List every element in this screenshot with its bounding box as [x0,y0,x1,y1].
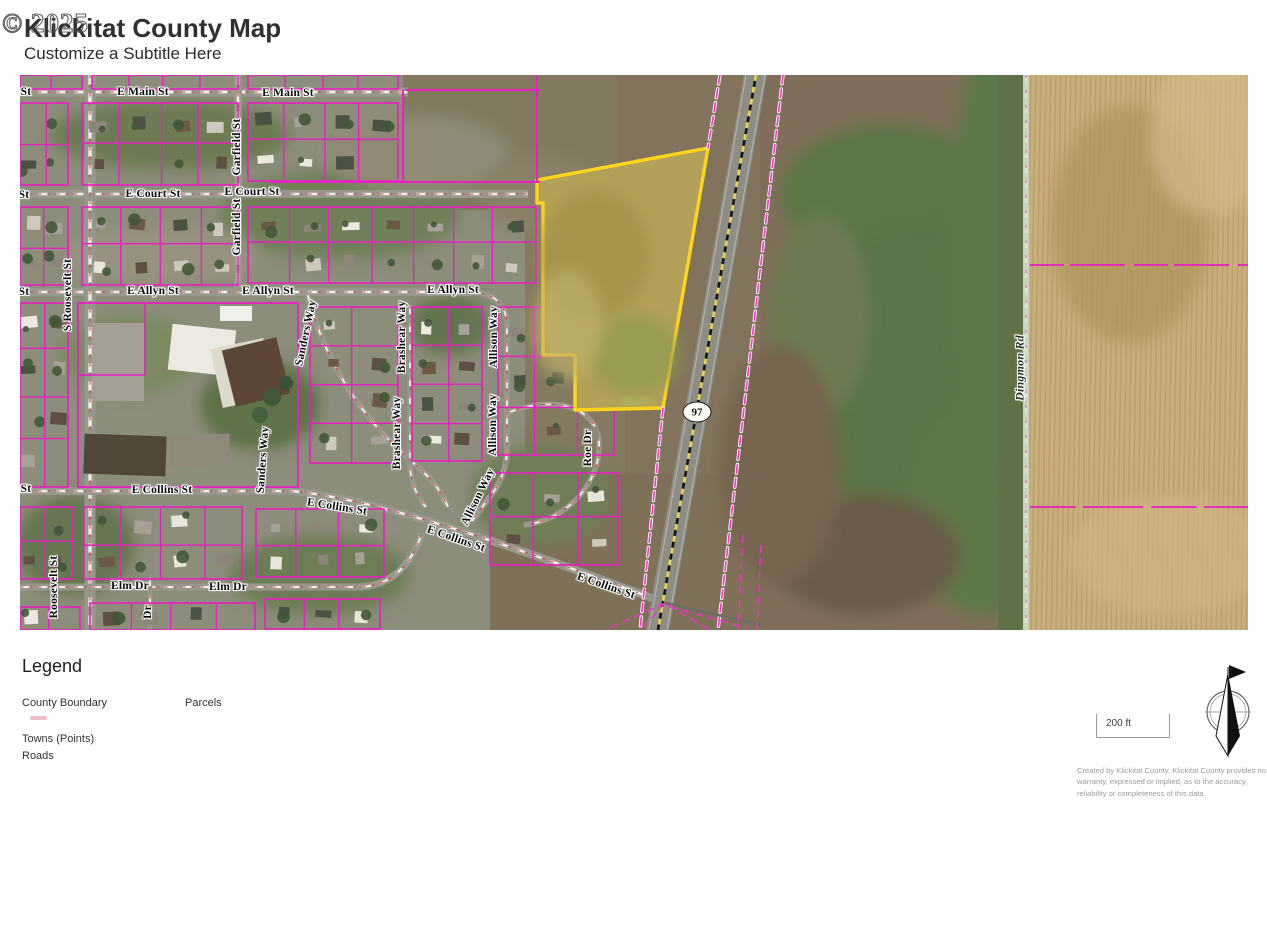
street-label: Allison Way [488,306,500,368]
street-label: E Main St [262,87,314,99]
legend-item-towns: Towns (Points) [22,733,94,745]
street-label: S Roosevelt St [62,259,74,331]
street-label: Brashear Way [391,397,403,470]
street-label: Elm Dr [209,581,247,593]
street-label: St [21,483,32,495]
street-label: Garfield St [231,119,243,176]
street-label: Elm Dr [111,580,149,592]
county-boundary-swatch [30,716,47,720]
street-label: St [20,189,29,201]
legend-item-roads: Roads [22,750,54,762]
street-label: Dingmon Rd [1013,335,1028,401]
map-subtitle: Customize a Subtitle Here [24,44,221,64]
street-label: Dr [142,605,154,619]
street-label: E Court St [125,188,180,200]
street-label: Brashear Way [396,301,408,374]
highway-97-shield-number: 97 [692,406,703,418]
legend-item-county-boundary: County Boundary [22,697,107,709]
copyright-watermark: © 2025 [2,8,89,39]
highway-97-shield: 97 [683,402,712,423]
legend-item-parcels: Parcels [185,697,222,709]
street-label: E Court St [224,186,279,198]
street-label: E Allyn St [127,285,179,297]
street-label: E Allyn St [242,285,294,297]
street-label: Roe Dr [582,430,594,467]
map-canvas[interactable]: St E Main St E Main St Garfield St Garfield … [20,75,1248,630]
disclaimer-line: reliability or completeness of this data… [1077,788,1267,800]
street-label: Allison Way [487,394,499,456]
legend-title: Legend [22,656,82,677]
map-graphics [20,75,1248,630]
scale-bar: 200 ft [1096,714,1170,738]
north-arrow-icon [1188,660,1267,760]
scale-bar-label: 200 ft [1106,718,1131,729]
street-label: E Main St [117,86,169,98]
disclaimer: Created by Klickitat County. Klickitat C… [1077,765,1267,800]
street-label: E Collins St [132,484,193,496]
disclaimer-line: Created by Klickitat County. Klickitat C… [1077,765,1267,777]
street-label: Garfield St [231,199,243,256]
disclaimer-line: warranty, expressed or implied, as to th… [1077,776,1267,788]
street-label: Roosevelt St [48,556,60,619]
street-label: E Allyn St [427,284,479,296]
street-label: St [20,286,29,298]
print-layout-page: © 2025 Klickitat County Map Customize a … [0,0,1267,950]
street-label: St [21,86,32,98]
